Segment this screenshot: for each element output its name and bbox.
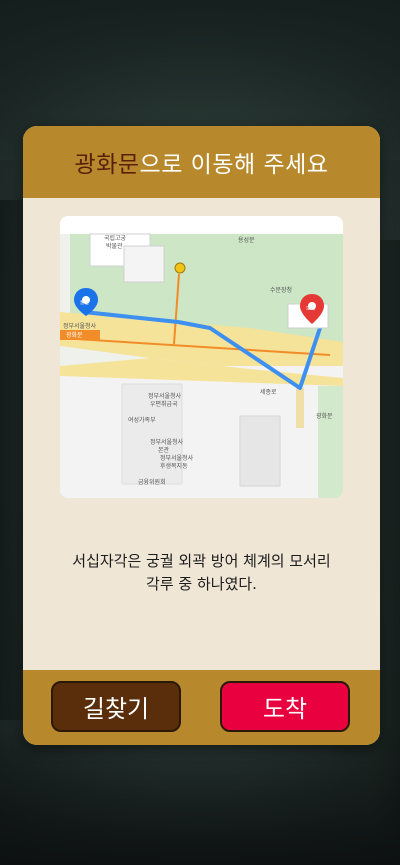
description-line-1: 서십자각은 궁궐 외곽 방어 체계의 모서리 (72, 552, 331, 570)
map-label-yeoseong: 여성가족부 (128, 416, 156, 424)
dialog-footer: 길찾기 도착 (23, 670, 380, 745)
dialog-title: 으로 이동해 주세요 (139, 152, 329, 178)
map-svg: 국립고궁 박물관 용성문 수문장청 출발 도착 정부서울청사 광화문 세종로 광… (60, 216, 343, 498)
arrive-button[interactable]: 도착 (220, 681, 350, 732)
map-label-annex-2: 본관 (158, 446, 170, 454)
route-map[interactable]: 국립고궁 박물관 용성문 수문장청 출발 도착 정부서울청사 광화문 세종로 광… (60, 216, 343, 498)
dialog-header: 광화문 으로 이동해 주세요 (23, 126, 380, 198)
map-label-sejongno: 세종로 (260, 388, 277, 396)
map-label-sujeong: 수문장청 (270, 286, 292, 294)
map-label-rear-2: 후생복지동 (160, 462, 188, 470)
map-label-fin-com: 금융위원회 (138, 478, 166, 486)
map-label-museum-1: 국립고궁 (104, 234, 127, 242)
map-label-annex-1: 정부서울청사 (150, 438, 184, 446)
map-label-yongseong: 용성문 (238, 236, 255, 244)
end-pin-label: 도착 (306, 305, 316, 312)
navigation-dialog: 광화문 으로 이동해 주세요 국립고궁 박물관 용성문 수문장청 출발 도착 정… (23, 126, 380, 745)
destination-name: 광화문 (74, 152, 140, 178)
start-pin-label: 출발 (80, 299, 90, 306)
map-label-museum-2: 박물관 (106, 242, 123, 250)
map-label-gov-1: 정부서울청사 (148, 392, 182, 400)
find-way-button[interactable]: 길찾기 (51, 681, 181, 732)
map-label-rear-1: 정부서울청사 (160, 454, 194, 462)
map-label-gwanghwamun-right: 광화문 (316, 413, 333, 420)
map-label-station-2: 광화문 (66, 332, 83, 339)
background-ground (0, 725, 400, 865)
description-text: 서십자각은 궁궐 외곽 방어 체계의 모서리 각루 중 하나였다. (23, 550, 380, 596)
description-line-2: 각루 중 하나였다. (146, 575, 257, 593)
map-label-station-1: 정부서울청사 (63, 322, 97, 330)
bus-stop-icon (174, 262, 186, 274)
map-label-gov-2: 우편취급국 (150, 400, 178, 408)
